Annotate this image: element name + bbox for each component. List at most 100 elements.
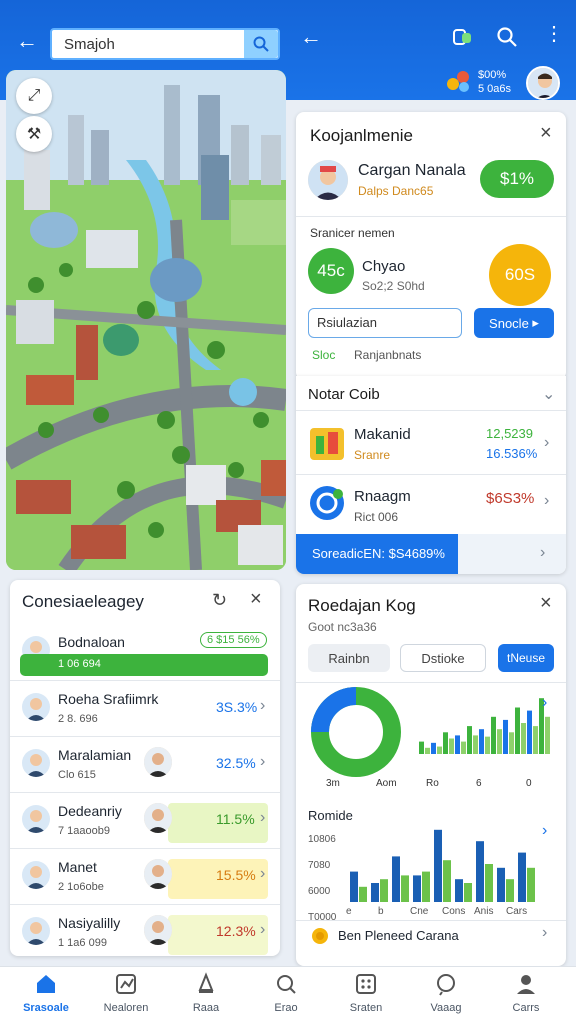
close-icon[interactable]: × — [540, 122, 552, 145]
leaderboard-title: Conesiaeleagey — [22, 592, 144, 611]
header-badge-line1: $00% — [478, 69, 507, 81]
nav-item-sraten[interactable]: Sraten — [330, 972, 402, 1014]
chart-bar — [437, 746, 442, 754]
chevron-right-icon: › — [260, 697, 266, 714]
chart-bar — [371, 883, 379, 902]
list-item-name: Bodnaloan — [58, 634, 125, 650]
chip-dstioke[interactable]: Dstioke — [400, 644, 486, 672]
analytics-icon — [116, 974, 136, 994]
notar-item-sub: Rict 006 — [354, 510, 399, 524]
notar-row[interactable]: Makanid Sranre 12,5239 16.536% › — [296, 412, 566, 474]
notar-item-name: Rnaagm — [354, 488, 411, 505]
close-icon[interactable]: × — [540, 592, 552, 615]
x-tick-label: 0 — [526, 778, 532, 789]
profile-avatar[interactable] — [308, 160, 348, 200]
chevron-right-icon: › — [260, 809, 266, 826]
notar-item-v2: 16.536% — [486, 446, 538, 461]
nav-item-srasoale[interactable]: Srasoale — [10, 972, 82, 1014]
notar-row[interactable]: Rnaagm Rict 006 $6S3% › — [296, 476, 566, 534]
nav-item-label: Nealoren — [103, 1002, 149, 1014]
header-badge-line2: 5 0a6s — [478, 83, 512, 95]
list-item-avatar — [144, 915, 172, 945]
section-label: Sranicer nemen — [310, 226, 395, 240]
link-ranjanbnats[interactable]: Ranjanbnats — [354, 348, 421, 362]
more-vertical-icon[interactable]: ⋮ — [544, 24, 564, 44]
score-badge: $1% — [480, 160, 554, 198]
collapse-icon[interactable]: ⤢ — [16, 78, 52, 114]
chart-bar — [515, 707, 520, 754]
nav-item-vaaag[interactable]: Vaaag — [410, 972, 482, 1014]
search-submit-button[interactable]: Snocle ▸ — [474, 308, 554, 338]
chart-bar — [419, 741, 424, 754]
x-tick-label: Cons — [442, 906, 466, 917]
donut-ring-blue — [311, 687, 357, 733]
chip-active[interactable]: tNeuse — [498, 644, 554, 672]
city-map[interactable]: ⤢ ⚒ — [6, 70, 286, 570]
list-item-sub: 1 06 694 — [58, 658, 101, 670]
profile-subtitle: Dalps Danc65 — [358, 184, 434, 198]
nav-item-label: Carrs — [512, 1002, 540, 1014]
nav-item-carrs[interactable]: Carrs — [490, 972, 562, 1014]
leaderboard-card: Conesiaeleagey ↻ × Bodnaloan 1 06 694 6 $1… — [10, 580, 280, 956]
metric-name: Chyao — [362, 258, 406, 275]
chip-rainbn[interactable]: Rainbn — [308, 644, 390, 672]
search-button[interactable] — [244, 30, 278, 58]
user-avatar[interactable] — [526, 66, 560, 100]
list-item[interactable]: Roeha Srafiimrk 2 8. 696 3S.3% › — [10, 680, 280, 736]
refresh-icon[interactable]: ↻ — [212, 590, 227, 611]
chevron-right-icon: › — [540, 544, 546, 561]
chart-bar — [509, 732, 514, 754]
x-tick-label: e — [346, 906, 352, 917]
summary-bar[interactable]: SoreadicEN: $S4689% › — [296, 534, 566, 574]
list-item[interactable]: Dedeanriy 7 1aaoob9 11.5% › — [10, 792, 280, 848]
metric-right-badge: 60S — [489, 244, 551, 306]
chart-bar — [455, 735, 460, 754]
list-item[interactable]: Bodnaloan 1 06 694 6 $15 56% — [10, 624, 280, 680]
list-item-name: Dedeanriy — [58, 803, 122, 819]
close-icon[interactable]: × — [250, 588, 262, 611]
chevron-down-icon[interactable]: ⌄ — [542, 384, 555, 404]
chart-bar — [443, 860, 451, 902]
profile-card-title: Koojanlmenie — [310, 126, 414, 145]
list-item-value: 12.3% — [216, 923, 256, 939]
list-item-sub: 2 8. 696 — [58, 713, 98, 725]
x-tick-label: Cars — [506, 906, 528, 917]
chart-bar — [497, 729, 502, 754]
chart-bar — [461, 741, 466, 754]
tools-icon[interactable]: ⚒ — [16, 116, 52, 152]
notar-item-v1: $6S3% — [486, 490, 535, 507]
chart-bar — [413, 875, 421, 902]
chevron-right-icon: › — [260, 753, 266, 770]
chart-bar — [449, 738, 454, 754]
search-input[interactable]: Smajoh — [50, 28, 280, 60]
nav-item-label: Raaa — [192, 1002, 220, 1014]
list-item[interactable]: Nasiyalilly 1 1a6 099 12.3% › — [10, 904, 280, 960]
notar-item-sub: Sranre — [354, 448, 391, 462]
filter-input[interactable]: Rsiulazian — [308, 308, 462, 338]
chart-bar — [464, 883, 472, 902]
notar-item-v1: 12,5239 — [486, 426, 533, 441]
link-sloc[interactable]: Sloc — [312, 348, 335, 362]
list-item-value: 15.5% — [216, 867, 256, 883]
list-item[interactable]: Maralamian Clo 615 32.5% › — [10, 736, 280, 792]
list-item-sub: 2 1o6obe — [58, 881, 104, 893]
list-item[interactable]: Manet 2 1o6obe 15.5% › — [10, 848, 280, 904]
back-arrow-icon[interactable]: ← — [16, 30, 38, 52]
chart-bar — [485, 864, 493, 902]
search-icon-header[interactable] — [496, 26, 518, 53]
back-arrow-icon-2[interactable]: ← — [300, 26, 322, 48]
nav-item-raaa[interactable]: Raaa — [170, 972, 242, 1014]
analytics-footer[interactable]: Ben Pleneed Carana — [338, 928, 459, 943]
list-item-name: Maralamian — [58, 747, 132, 763]
alert-icon — [198, 972, 214, 993]
list-item-sub: 7 1aaoob9 — [58, 825, 110, 837]
chevron-right-icon[interactable]: › — [542, 924, 547, 942]
nav-item-erao[interactable]: Erao — [250, 972, 322, 1014]
tag-icon[interactable] — [452, 28, 474, 51]
chart-bar — [476, 841, 484, 902]
summary-bar-label: SoreadicEN: $S4689% — [312, 546, 445, 561]
nav-item-nealoren[interactable]: Nealoren — [90, 972, 162, 1014]
chevron-right-icon[interactable]: › — [542, 694, 547, 712]
x-tick-label: b — [378, 906, 384, 917]
list-item-icon — [22, 693, 50, 721]
